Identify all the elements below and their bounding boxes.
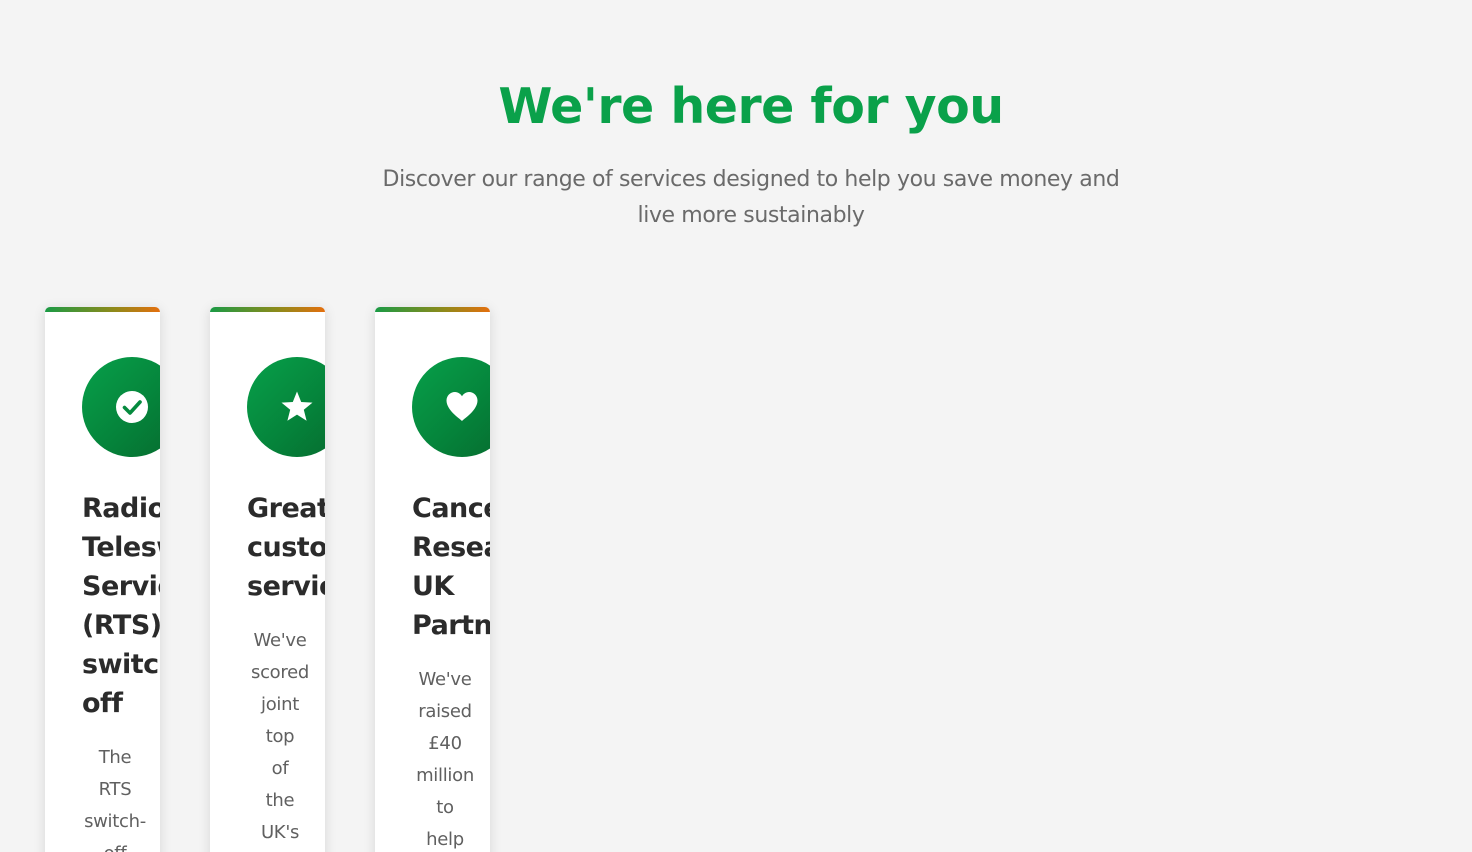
- card-text-line: We've: [253, 630, 307, 651]
- heart-icon: [412, 357, 490, 457]
- card-text-line: million: [416, 765, 474, 786]
- card-description: We've raised £40 million to help: [412, 664, 478, 852]
- card-text-line: off: [82, 838, 148, 852]
- card-accent-bar: [375, 307, 490, 312]
- subheading-line-2: live more sustainably: [637, 203, 865, 228]
- card-text-line: switch-: [84, 811, 146, 832]
- card-text-line: RTS: [98, 779, 132, 800]
- card-text-line: raised: [418, 701, 472, 722]
- card-text-line: UK's: [260, 822, 300, 843]
- card-description: The RTS switch- off: [82, 742, 148, 852]
- card-title: Great custor servic: [247, 489, 325, 606]
- star-icon: [247, 357, 325, 457]
- card-text-line: £40: [428, 733, 462, 754]
- service-card-cancer-research[interactable]: Cance Resea UK Partne We've raised £40 m…: [375, 307, 490, 852]
- card-description: We've scored joint top of the UK's: [247, 625, 313, 849]
- card-title-line: Radio: [82, 493, 160, 524]
- card-text-line: scored: [251, 662, 309, 683]
- card-title-line: switch: [82, 649, 160, 680]
- service-card-customer-service[interactable]: Great custor servic We've scored joint t…: [210, 307, 325, 852]
- card-title-line: Partne: [412, 610, 490, 641]
- card-text-line: We've: [418, 669, 472, 690]
- services-section: We're here for you Discover our range of…: [0, 0, 1472, 852]
- service-card-rts[interactable]: Radio Telesw Servic (RTS) switch off The…: [45, 307, 160, 852]
- check-circle-icon: [82, 357, 160, 457]
- card-title: Radio Telesw Servic (RTS) switch off: [82, 489, 160, 723]
- card-text-line: the: [265, 790, 295, 811]
- card-text-line: joint: [261, 694, 299, 715]
- section-subheading: Discover our range of services designed …: [370, 162, 1132, 234]
- card-text-line: to: [436, 797, 454, 818]
- section-heading: We're here for you: [498, 78, 1004, 135]
- card-title-line: off: [82, 688, 123, 719]
- card-title-line: UK: [412, 571, 454, 602]
- card-accent-bar: [45, 307, 160, 312]
- card-text-line: top: [265, 726, 295, 747]
- card-title-line: Great: [247, 493, 325, 524]
- card-title-line: Servic: [82, 571, 160, 602]
- subheading-line-1: Discover our range of services designed …: [382, 167, 1120, 192]
- card-title: Cance Resea UK Partne: [412, 489, 490, 645]
- card-title-line: servic: [247, 571, 325, 602]
- card-text-line: The: [98, 747, 132, 768]
- card-title-line: Cance: [412, 493, 490, 524]
- card-text-line: help: [426, 829, 464, 850]
- card-title-line: (RTS): [82, 610, 160, 641]
- card-accent-bar: [210, 307, 325, 312]
- card-title-line: custor: [247, 532, 325, 563]
- card-title-line: Telesw: [82, 532, 160, 563]
- card-title-line: Resea: [412, 532, 490, 563]
- card-text-line: of: [271, 758, 289, 779]
